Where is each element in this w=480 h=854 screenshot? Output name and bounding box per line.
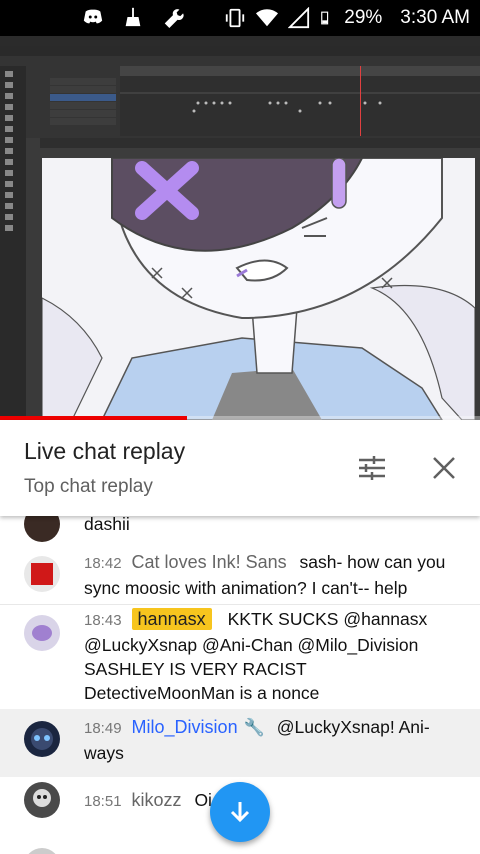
tool-icon: [5, 126, 13, 132]
message-time: 18:42: [84, 555, 122, 572]
avatar-image: [31, 563, 53, 585]
wrench-icon: [164, 9, 184, 28]
owner-badge[interactable]: hannasx: [131, 608, 212, 630]
tool-icon: [5, 82, 13, 88]
tool-icon: [5, 115, 13, 121]
tool-icon: [5, 104, 13, 110]
timeline-layer-selected: [50, 94, 116, 101]
message-time: 18:43: [84, 612, 122, 629]
avatar: [24, 516, 60, 542]
avatar-image: [33, 789, 51, 807]
discord-icon: [83, 9, 103, 24]
chat-message-cut: [0, 848, 480, 854]
keyframe-marks: [120, 92, 480, 113]
battery-percent: 29%: [344, 7, 383, 28]
tool-icon: [5, 148, 13, 154]
tool-icon: [5, 170, 13, 176]
clock: 3:30 AM: [400, 7, 470, 28]
avatar: [24, 782, 60, 818]
status-bar: 29% 3:30 AM: [0, 0, 480, 36]
timeline-layer: [50, 118, 116, 125]
chat-title: Live chat replay: [24, 438, 186, 464]
close-icon[interactable]: [430, 454, 458, 482]
video-player[interactable]: [0, 36, 480, 420]
avatar: [24, 556, 60, 592]
timeline-frames: [120, 66, 480, 136]
tool-icon: [5, 214, 13, 220]
animation-timeline: [0, 46, 480, 138]
message-time: 18:49: [84, 720, 122, 737]
message-time: 18:51: [84, 793, 122, 810]
tool-icon: [5, 192, 13, 198]
stage-bar: [40, 148, 480, 158]
tool-icon: [5, 181, 13, 187]
app-menubar: [0, 36, 480, 46]
tool-icon: [5, 225, 13, 231]
signal-icon: [288, 7, 310, 29]
drawing-canvas: [42, 158, 475, 420]
avatar-image: [31, 728, 53, 750]
message-author[interactable]: Milo_Division: [132, 717, 238, 737]
tools-panel: [0, 66, 26, 420]
avatar: [24, 615, 60, 651]
message-author[interactable]: Cat loves Ink! Sans: [132, 552, 287, 572]
timeline-layer: [50, 86, 116, 93]
moderator-wrench-icon: 🔧: [243, 718, 265, 737]
chat-header: Live chat replay Top chat replay: [0, 420, 480, 516]
tool-icon: [5, 203, 13, 209]
message-author[interactable]: kikozz: [132, 790, 182, 810]
chat-message: 18:42 Cat loves Ink! Sans sash- how can y…: [0, 544, 480, 602]
timeline-layer: [50, 102, 116, 109]
tool-icon: [5, 159, 13, 165]
timeline-tabs: [0, 46, 480, 56]
message-text: dashii: [84, 516, 130, 534]
broom-icon: [125, 7, 141, 27]
scroll-to-bottom-button[interactable]: [210, 782, 270, 842]
tune-icon[interactable]: [356, 452, 388, 484]
battery-icon: [321, 11, 329, 25]
tool-icon: [5, 137, 13, 143]
avatar: [24, 848, 60, 854]
chat-mode-dropdown[interactable]: Top chat replay: [24, 476, 153, 498]
timeline-layers: [50, 78, 116, 134]
timeline-layer: [50, 78, 116, 85]
vibrate-icon: [226, 8, 245, 28]
wifi-icon: [256, 9, 279, 27]
avatar: [24, 721, 60, 757]
character-illustration: [42, 158, 475, 420]
chat-message: 18:43 hannasx KKTK SUCKS @hannasx @LuckyXs…: [0, 605, 480, 709]
timeline-playhead: [360, 66, 361, 136]
timeline-layer: [50, 110, 116, 117]
arrow-down-icon: [230, 802, 250, 823]
avatar-image: [32, 625, 52, 641]
chat-message-moderator: 18:49 Milo_Division 🔧 @LuckyXsnap! Ani-ways: [0, 709, 480, 777]
tool-icon: [5, 93, 13, 99]
tool-icon: [5, 71, 13, 77]
document-tabs: [40, 138, 480, 148]
